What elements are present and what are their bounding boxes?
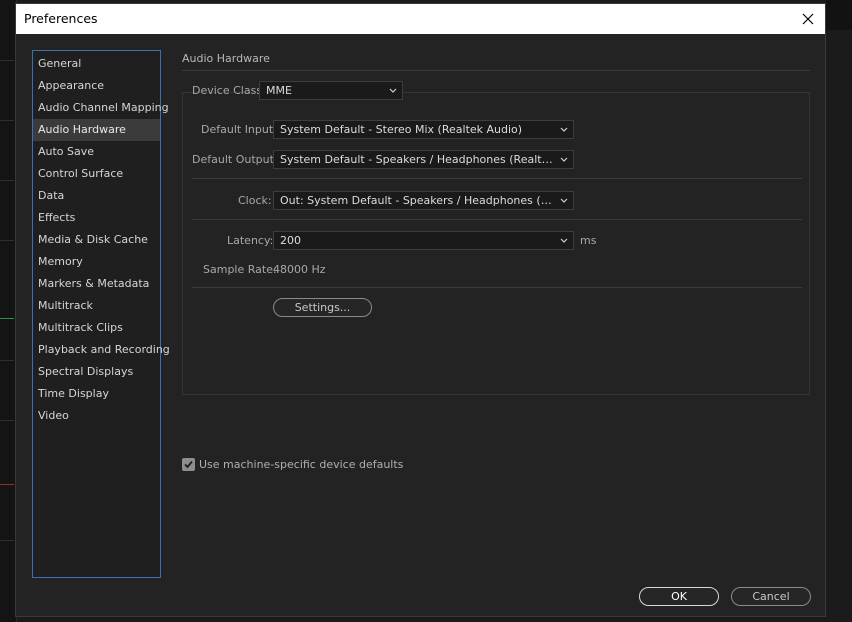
chevron-down-icon: [560, 238, 568, 243]
background-app-corner: [826, 0, 852, 30]
bg-gridline: [0, 318, 14, 319]
sidebar-item-time-display[interactable]: Time Display: [33, 383, 160, 405]
section-divider: [182, 70, 810, 71]
ok-button[interactable]: OK: [639, 587, 719, 606]
bg-gridline: [0, 420, 14, 421]
default-input-value: System Default - Stereo Mix (Realtek Aud…: [280, 123, 523, 136]
divider: [192, 287, 802, 288]
default-output-dropdown[interactable]: System Default - Speakers / Headphones (…: [273, 150, 574, 169]
latency-label: Latency:: [227, 234, 274, 247]
dialog-title: Preferences: [24, 11, 98, 26]
clock-dropdown[interactable]: Out: System Default - Speakers / Headpho…: [273, 191, 574, 210]
sidebar-item-audio-channel-mapping[interactable]: Audio Channel Mapping: [33, 97, 169, 119]
device-class-dropdown[interactable]: MME: [259, 81, 403, 100]
clock-label: Clock:: [238, 194, 272, 207]
bg-gridline: [0, 120, 14, 121]
machine-defaults-checkbox[interactable]: [182, 458, 195, 471]
sidebar-item-data[interactable]: Data: [33, 185, 160, 207]
bg-gridline: [0, 180, 14, 181]
title-bar: Preferences: [16, 4, 825, 34]
sidebar-item-auto-save[interactable]: Auto Save: [33, 141, 160, 163]
close-icon: [802, 13, 814, 25]
sample-rate-value: 48000 Hz: [273, 263, 326, 276]
settings-button[interactable]: Settings...: [273, 298, 372, 317]
bg-gridline: [0, 60, 14, 61]
bg-gridline: [0, 360, 14, 361]
chevron-down-icon: [560, 127, 568, 132]
default-input-label: Default Input:: [201, 123, 277, 136]
chevron-down-icon: [560, 198, 568, 203]
sidebar-item-media-disk-cache[interactable]: Media & Disk Cache: [33, 229, 160, 251]
sidebar-item-multitrack[interactable]: Multitrack: [33, 295, 160, 317]
bg-gridline: [0, 540, 14, 541]
preferences-category-list: General Appearance Audio Channel Mapping…: [32, 50, 170, 578]
chevron-down-icon: [389, 88, 397, 93]
default-output-value: System Default - Speakers / Headphones (…: [280, 153, 553, 166]
sidebar-item-multitrack-clips[interactable]: Multitrack Clips: [33, 317, 160, 339]
sidebar-item-video[interactable]: Video: [33, 405, 160, 427]
section-title: Audio Hardware: [182, 52, 270, 65]
bg-gridline: [0, 484, 14, 485]
latency-unit: ms: [580, 234, 597, 247]
preferences-dialog: Preferences General Appearance Audio Cha…: [15, 3, 826, 617]
sidebar-item-general[interactable]: General: [33, 53, 160, 75]
sidebar-item-effects[interactable]: Effects: [33, 207, 160, 229]
latency-value: 200: [280, 234, 301, 247]
device-class-label: Device Class:: [192, 84, 266, 97]
sidebar-item-memory[interactable]: Memory: [33, 251, 160, 273]
latency-dropdown[interactable]: 200: [273, 231, 574, 250]
default-input-dropdown[interactable]: System Default - Stereo Mix (Realtek Aud…: [273, 120, 574, 139]
sidebar-item-appearance[interactable]: Appearance: [33, 75, 160, 97]
machine-defaults-label[interactable]: Use machine-specific device defaults: [199, 458, 403, 471]
sidebar-item-markers-metadata[interactable]: Markers & Metadata: [33, 273, 160, 295]
sidebar-item-audio-hardware[interactable]: Audio Hardware: [33, 119, 160, 141]
divider: [192, 178, 802, 179]
close-button[interactable]: [797, 8, 819, 30]
sidebar-item-playback-recording[interactable]: Playback and Recording: [33, 339, 170, 361]
sidebar-item-spectral-displays[interactable]: Spectral Displays: [33, 361, 160, 383]
chevron-down-icon: [560, 157, 568, 162]
cancel-button[interactable]: Cancel: [731, 587, 811, 606]
sidebar-item-control-surface[interactable]: Control Surface: [33, 163, 160, 185]
checkmark-icon: [184, 460, 193, 469]
bg-gridline: [0, 240, 14, 241]
divider: [192, 219, 802, 220]
sample-rate-label: Sample Rate:: [203, 263, 277, 276]
clock-value: Out: System Default - Speakers / Headpho…: [280, 194, 553, 207]
default-output-label: Default Output:: [192, 153, 278, 166]
device-class-value: MME: [266, 84, 292, 97]
